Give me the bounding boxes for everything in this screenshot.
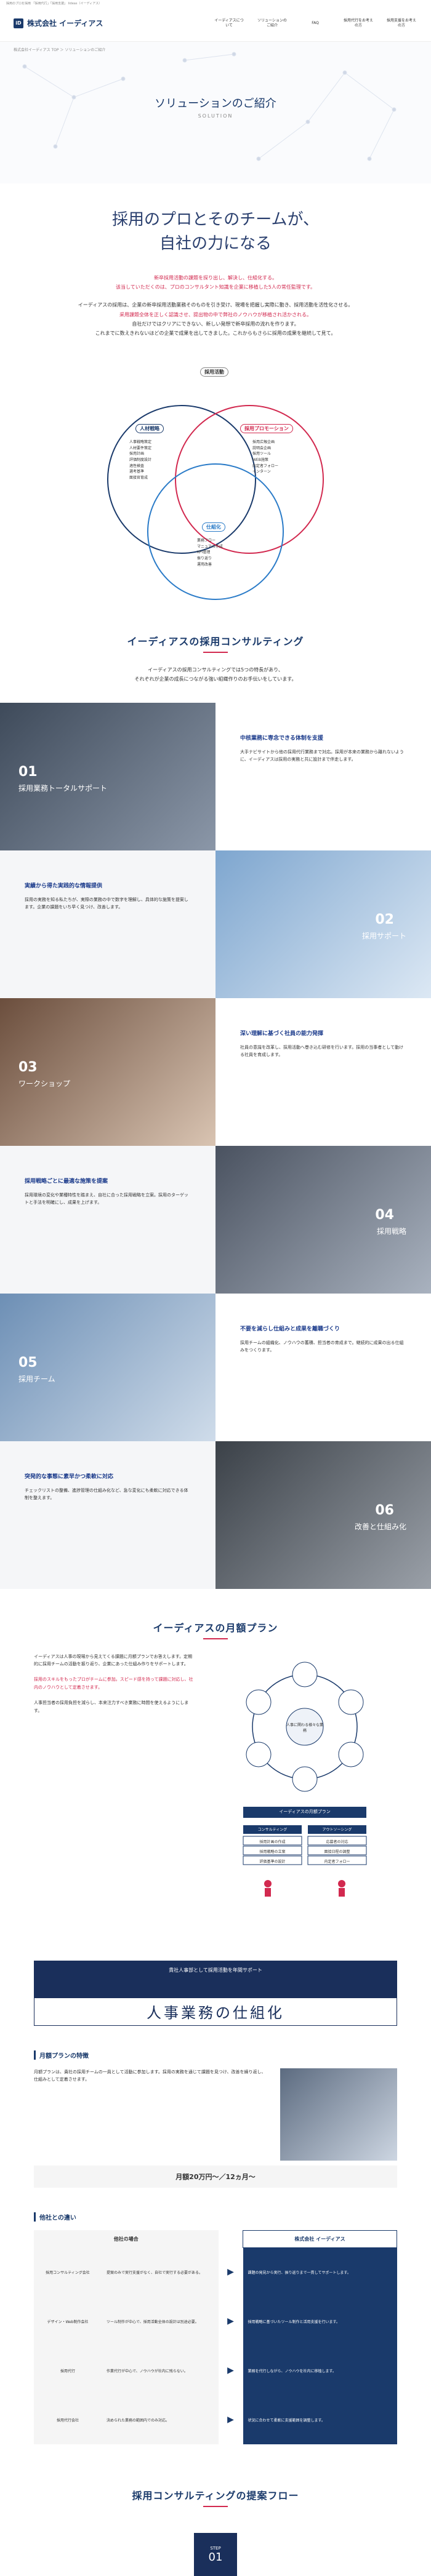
feature-05: 05 採用チーム 不要を減らし仕組みと成果を離職づくり 採用チームの組織化、ノウハ… (0, 1293, 431, 1441)
table-row: 採用コンサルティング会社 提案のみで実行支援がなく、自社で実行する必要がある。 … (34, 2247, 397, 2297)
col-iideas: 株式会社 イーディアス (243, 2230, 397, 2248)
feature-02: 実績から得た実践的な情報提供 採用の実務を知る私たちが、実際の業務の中で数字を理解… (0, 850, 431, 998)
page-title: ソリューションのご紹介 (155, 97, 276, 110)
feature-text: 採用戦略ごとに最適な施策を提案 採用環境の変化や業種特性を踏まえ、自社に合った採用… (25, 1178, 188, 1206)
catch-line-1: 採用のプロとそのチームが、 (112, 210, 319, 229)
venn-diagram: 採用活動 人材戦略 採用プロモーション 仕組化 人事戦略策定 人材要件策定 採用計画… (99, 356, 332, 609)
plan-col-outsource: アウトソーシング (322, 1827, 352, 1832)
breadcrumb[interactable]: 株式会社イーディアス TOP ＞ ソリューションのご紹介 (0, 44, 119, 55)
features-list: 01 採用業務トータルサポート 中核業務に専念できる体制を支援 大手ナビサイトから… (0, 702, 431, 1589)
feature-01: 01 採用業務トータルサポート 中核業務に専念できる体制を支援 大手ナビサイトから… (0, 702, 431, 850)
plan-title: イーディアスの月額プラン (153, 1622, 278, 1634)
feature-image: 06 改善と仕組み化 (216, 1441, 431, 1589)
feature-image: 05 採用チーム (0, 1293, 216, 1441)
intro-p4: これまでに数えきれないほどの企業で成果を出してきました。これからもさらに採用の成… (95, 330, 336, 336)
plan-section: イーディアスの月額プラン イーディアスは人事の現場から見えてくる課題に月額プラン… (0, 1620, 431, 1961)
diff-section: 他社との違い 他社の場合 株式会社 イーディアス 採用コンサルティング会社 提案… (34, 2212, 397, 2444)
logo-mark: iD (14, 18, 23, 28)
plan-features-heading: 月額プランの特徴 (34, 2050, 397, 2060)
catchcopy: 採用のプロとそのチームが、 自社の力になる (0, 208, 431, 256)
plan-price: 月額20万円〜／12ヵ月〜 (34, 2165, 397, 2188)
nav-faq[interactable]: FAQ (299, 21, 331, 26)
nav-about[interactable]: イーディアスについて (213, 18, 245, 28)
table-row: 採用代行会社 決められた業務の範囲内でのみ対応。 ▶ 状況に合わせて柔軟に支援範… (34, 2395, 397, 2444)
band-small: 貴社人事部として採用活動を年間サポート (169, 1967, 262, 1973)
nav-outsourcing[interactable]: 採用代行をお考えの方 (342, 18, 374, 28)
nav-solution[interactable]: ソリューションのご紹介 (256, 18, 288, 28)
plan-features-text: 月額プランは、貴社の採用チームの一員として活動に参加します。採用の実務を通じて課… (34, 2069, 266, 2082)
hero-network-bg (22, 52, 397, 161)
feature-03: 03 ワークショップ 深い理解に基づく社員の能力発揮 社員の意識を改革し、採用活動… (0, 998, 431, 1146)
plan-diagram-center: 人事に関わる様々な業務 (286, 1722, 324, 1733)
plan-col-consult: コンサルティング (257, 1827, 288, 1832)
venn-label-right: 採用プロモーション (240, 424, 293, 434)
comparison-table: 他社の場合 株式会社 イーディアス 採用コンサルティング会社 提案のみで実行支援… (34, 2230, 397, 2444)
intro-text: 新卒採用活動の課題を探り出し、解決し、仕組化する。 该当していただくのは、プロの… (55, 273, 376, 338)
feature-text: 中核業務に専念できる体制を支援 大手ナビサイトから他の採用代行業務まで対応。採用が… (240, 735, 404, 762)
band-big: 人事業務の仕組化 (34, 1997, 397, 2026)
feature-image: 03 ワークショップ (0, 998, 216, 1146)
plan-features-image (280, 2068, 397, 2161)
intro-lead-2: 该当していただくのは、プロのコンサルタント知識を企業に移植した5人の常任監理です… (115, 284, 316, 290)
topbar: 採用のプロを採用 「採用代行」「採用支援」 Iideas（イーディアス） (6, 2, 102, 6)
intro-lead-1: 新卒採用活動の課題を探り出し、解決し、仕組化する。 (154, 275, 277, 281)
diff-heading: 他社との違い (34, 2212, 397, 2222)
logo-text: 株式会社 イーディアス (27, 19, 103, 28)
nav-support[interactable]: 採用支援をお考えの方 (385, 18, 417, 28)
feature-image: 02 採用サポート (216, 850, 431, 998)
consult-desc: イーディアスの採用コンサルティングでは5つの特長があり、 それぞれが企業の成長につ… (134, 667, 297, 682)
plan-outsource-items: 応募者の対応 面接日程の調整 内定者フォロー (324, 1839, 350, 1864)
col-others: 他社の場合 (34, 2230, 219, 2247)
flow-section: 採用コンサルティングの提案フロー STEP 01 (0, 2487, 431, 2576)
venn-right-list: 採用広報企画 説明会企画 採用ツール WEB施策 内定者フォロー インターン (252, 440, 279, 474)
feature-06: 突発的な事態に素早かつ柔軟に対応 チェックリストの整備、進捗管理の仕組み化など、急… (0, 1441, 431, 1589)
band-dark: 貴社人事部として採用活動を年間サポート (34, 1960, 397, 1998)
divider-icon (203, 1638, 228, 1639)
main-nav: イーディアスについて ソリューションのご紹介 FAQ 採用代行をお考えの方 採用… (213, 18, 417, 28)
plan-diagram-label: イーディアスの月額プラン (279, 1809, 331, 1814)
flow-step-box: STEP 01 (194, 2533, 237, 2576)
plan-diagram (243, 1662, 367, 1897)
feature-text: 実績から得た実践的な情報提供 採用の実務を知る私たちが、実際の業務の中で数字を理解… (25, 882, 188, 910)
divider-icon (203, 652, 228, 654)
page-subtitle: SOLUTION (198, 113, 233, 119)
feature-image: 01 採用業務トータルサポート (0, 702, 216, 850)
plan-consult-items: 採用計画の作成 採用戦略の立案 評価基準の設計 (259, 1839, 286, 1864)
intro-p2: 采用課題全体を正しく認識させ、提出物の中で弊社のノウハウが移植され活かされる。 (119, 311, 312, 318)
feature-04: 採用戦略ごとに最適な施策を提案 採用環境の変化や業種特性を踏まえ、自社に合った採用… (0, 1145, 431, 1294)
consult-section: イーディアスの採用コンサルティング イーディアスの採用コンサルティングでは5つの… (0, 633, 431, 684)
plan-features: 月額プランの特徴 月額プランは、貴社の採用チームの一員として活動に参加します。採… (34, 2050, 397, 2188)
divider-icon (203, 2506, 228, 2507)
logo[interactable]: iD 株式会社 イーディアス (14, 18, 103, 28)
feature-text: 不要を減らし仕組みと成果を離職づくり 採用チームの組織化、ノウハウの蓄積、担当者の… (240, 1326, 404, 1353)
venn-label-left: 人材戦略 (135, 424, 164, 434)
feature-text: 突発的な事態に素早かつ柔軟に対応 チェックリストの整備、進捗管理の仕組み化など、急… (25, 1473, 188, 1501)
table-row: 採用代行 作業代行が中心で、ノウハウが社内に残らない。 ▶ 業務を代行しながら、… (34, 2346, 397, 2395)
site-header: iD 株式会社 イーディアス イーディアスについて ソリューションのご紹介 FA… (0, 5, 431, 42)
catch-line-2: 自社の力になる (159, 234, 272, 253)
table-row: デザイン・Web制作会社 ツール制作が中心で、採用活動全体の設計は別途必要。 ▶… (34, 2297, 397, 2346)
plan-text: イーディアスは人事の現場から見えてくる課題に月額プランでお答えします。定期的に採… (34, 1654, 193, 1713)
plan-body: イーディアスは人事の現場から見えてくる課題に月額プランでお答えします。定期的に採… (34, 1653, 397, 1961)
flow-title: 採用コンサルティングの提案フロー (132, 2490, 299, 2502)
intro-p3: 自社だけではクリアにできない、新しい発想で新卒採用の流れを作ります。 (132, 321, 299, 327)
consult-title: イーディアスの採用コンサルティング (127, 636, 304, 648)
venn-label-top: 採用活動 (200, 367, 228, 377)
venn-label-bottom: 仕組化 (202, 522, 225, 532)
venn-bottom-list: 業務フロー マニュアル作成 KPI管理 振り返り 運用改善 (197, 538, 223, 567)
intro-p1: イーディアスの採用は、企業の新卒採用活動業務そのものを引き受け、現場を把握し実際… (78, 302, 353, 308)
hero: ソリューションのご紹介 SOLUTION (0, 42, 431, 183)
venn-left-list: 人事戦略策定 人材要件策定 採用計画 評価制度設計 適性検査 選考基準 面接官育成 (129, 440, 152, 480)
feature-text: 深い理解に基づく社員の能力発揮 社員の意識を改革し、採用活動へ巻き込む研修を行いま… (240, 1030, 404, 1058)
feature-image: 04 採用戦略 (216, 1145, 431, 1294)
